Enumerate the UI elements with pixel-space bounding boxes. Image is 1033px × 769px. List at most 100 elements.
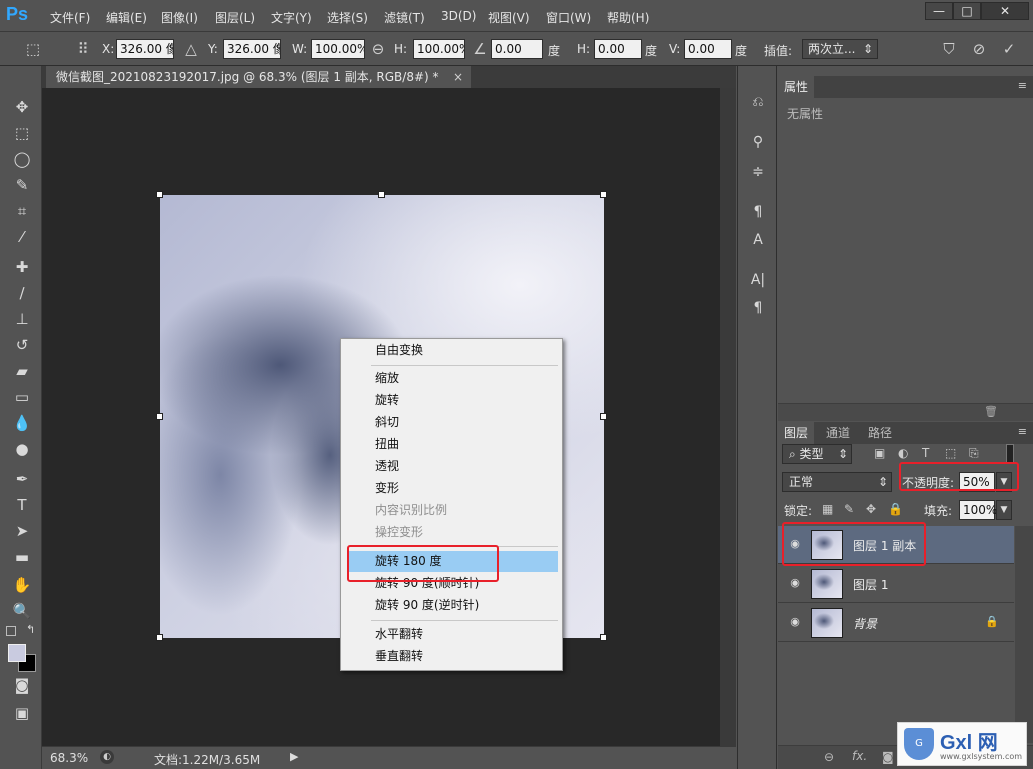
filter-type-icon[interactable]: T <box>922 446 929 460</box>
panel-menu-icon[interactable]: ≡ <box>1018 79 1027 92</box>
tab-paths[interactable]: 路径 <box>862 422 898 444</box>
transform-handle-top-left[interactable] <box>156 191 163 198</box>
menu-item-skew[interactable]: 斜切 <box>347 412 558 433</box>
hskew-input[interactable]: 0.00 <box>594 39 642 59</box>
transform-handle-left[interactable] <box>156 413 163 420</box>
layer-row[interactable]: ◉ 图层 1 <box>778 565 1014 603</box>
marquee-tool-icon[interactable]: ⬚ <box>11 122 33 144</box>
lock-position-icon[interactable]: ✥ <box>866 502 876 516</box>
menu-item-free-transform[interactable]: 自由变换 <box>347 340 558 361</box>
tab-channels[interactable]: 通道 <box>820 422 856 444</box>
layers-menu-icon[interactable]: ≡ <box>1018 425 1027 438</box>
y-input[interactable]: 326.00 像素 <box>223 39 281 59</box>
status-info-icon[interactable]: ◐ <box>100 750 114 764</box>
canvas-vertical-scrollbar[interactable] <box>720 88 736 746</box>
adjustments-panel-icon[interactable]: ≑ <box>748 162 768 182</box>
healing-brush-tool-icon[interactable]: ✚ <box>11 256 33 278</box>
tab-properties[interactable]: 属性 <box>778 76 815 98</box>
transform-handle-right[interactable] <box>600 413 607 420</box>
menu-help[interactable]: 帮助(H) <box>607 9 649 26</box>
character-styles-icon[interactable]: A <box>748 230 768 250</box>
menu-item-scale[interactable]: 缩放 <box>347 368 558 389</box>
blur-tool-icon[interactable]: 💧 <box>11 412 33 434</box>
paragraph-panel-icon[interactable]: ¶ <box>748 298 768 318</box>
relative-position-icon[interactable]: △ <box>182 40 200 58</box>
trash-icon[interactable]: 🗑 <box>984 405 998 418</box>
link-icon[interactable]: ⊖ <box>369 40 387 58</box>
layer-mask-icon[interactable]: ◙ <box>882 750 894 764</box>
default-colors-icon[interactable] <box>6 626 16 636</box>
menu-image[interactable]: 图像(I) <box>161 9 198 26</box>
menu-item-perspective[interactable]: 透视 <box>347 456 558 477</box>
menu-file[interactable]: 文件(F) <box>50 9 90 26</box>
pen-tool-icon[interactable]: ✒ <box>11 468 33 490</box>
transform-handle-top[interactable] <box>378 191 385 198</box>
menu-edit[interactable]: 编辑(E) <box>106 9 147 26</box>
brush-tool-icon[interactable]: ∕ <box>11 282 33 304</box>
tab-close-icon[interactable]: × <box>453 66 463 88</box>
tab-layers[interactable]: 图层 <box>778 422 815 444</box>
reference-point-icon[interactable]: ⠿ <box>74 40 92 58</box>
warp-mode-icon[interactable]: ⛉ <box>940 40 958 58</box>
path-selection-tool-icon[interactable]: ➤ <box>11 520 33 542</box>
menu-layer[interactable]: 图层(L) <box>215 9 255 26</box>
layer-filter-select[interactable]: ⌕ 类型 ⇕ <box>782 444 852 464</box>
menu-item-flip-horizontal[interactable]: 水平翻转 <box>347 624 558 645</box>
layers-scrollbar[interactable] <box>1015 526 1033 743</box>
fill-dropdown-icon[interactable]: ▼ <box>996 500 1012 520</box>
lasso-tool-icon[interactable]: ◯ <box>11 148 33 170</box>
close-button[interactable]: ✕ <box>981 2 1029 20</box>
menu-item-warp[interactable]: 变形 <box>347 478 558 499</box>
menu-3d[interactable]: 3D(D) <box>441 9 476 23</box>
menu-view[interactable]: 视图(V) <box>488 9 530 26</box>
clone-stamp-tool-icon[interactable]: ⊥ <box>11 308 33 330</box>
eraser-tool-icon[interactable]: ▰ <box>11 360 33 382</box>
fill-input[interactable]: 100% <box>959 500 997 520</box>
interpolation-select[interactable]: 两次立... ⇕ <box>802 39 878 59</box>
menu-window[interactable]: 窗口(W) <box>546 9 591 26</box>
history-brush-tool-icon[interactable]: ↺ <box>11 334 33 356</box>
menu-item-rotate[interactable]: 旋转 <box>347 390 558 411</box>
menu-type[interactable]: 文字(Y) <box>271 9 312 26</box>
filter-pixel-icon[interactable]: ▣ <box>874 446 885 460</box>
vskew-input[interactable]: 0.00 <box>684 39 732 59</box>
filter-smart-object-icon[interactable]: ⎘ <box>969 446 979 461</box>
menu-select[interactable]: 选择(S) <box>327 9 368 26</box>
zoom-level[interactable]: 68.3% <box>50 751 88 765</box>
filter-shape-icon[interactable]: ⬚ <box>945 446 956 460</box>
document-tab[interactable]: 微信截图_20210823192017.jpg @ 68.3% (图层 1 副本… <box>46 66 471 88</box>
layer-style-icon[interactable]: fx. <box>852 749 867 763</box>
quick-selection-tool-icon[interactable]: ✎ <box>11 174 33 196</box>
transform-handle-top-right[interactable] <box>600 191 607 198</box>
paragraph-styles-icon[interactable]: ¶ <box>748 202 768 222</box>
history-panel-icon[interactable]: ⎌ <box>748 92 768 112</box>
dodge-tool-icon[interactable]: ● <box>11 438 33 460</box>
filter-adjustment-icon[interactable]: ◐ <box>898 446 908 460</box>
menu-filter[interactable]: 滤镜(T) <box>384 9 425 26</box>
visibility-eye-icon[interactable]: ◉ <box>788 576 802 590</box>
visibility-eye-icon[interactable]: ◉ <box>788 615 802 629</box>
menu-item-distort[interactable]: 扭曲 <box>347 434 558 455</box>
maximize-button[interactable]: □ <box>953 2 981 20</box>
hand-tool-icon[interactable]: ✋ <box>11 574 33 596</box>
transform-tool-icon[interactable]: ⬚ <box>24 40 42 58</box>
eyedropper-tool-icon[interactable]: ⁄ <box>11 226 33 248</box>
shape-tool-icon[interactable]: ▬ <box>11 546 33 568</box>
quick-mask-icon[interactable]: ◙ <box>11 674 33 696</box>
transform-handle-bottom-left[interactable] <box>156 634 163 641</box>
crop-tool-icon[interactable]: ⌗ <box>11 200 33 222</box>
status-menu-arrow-icon[interactable]: ▶ <box>290 750 298 763</box>
commit-transform-icon[interactable]: ✓ <box>1000 40 1018 58</box>
lock-pixels-icon[interactable]: ✎ <box>844 502 854 516</box>
lock-all-icon[interactable]: 🔒 <box>888 502 903 516</box>
h-input[interactable]: 100.00% <box>413 39 465 59</box>
layer-row[interactable]: ◉ 背景 🔒 <box>778 604 1014 642</box>
character-panel-icon[interactable]: A| <box>748 270 768 290</box>
move-tool-icon[interactable]: ✥ <box>11 96 33 118</box>
gradient-tool-icon[interactable]: ▭ <box>11 386 33 408</box>
angle-input[interactable]: 0.00 <box>491 39 543 59</box>
brush-panel-icon[interactable]: ⚲ <box>748 132 768 152</box>
layer-lock-icon[interactable]: 🔒 <box>985 615 999 628</box>
x-input[interactable]: 326.00 像素 <box>116 39 174 59</box>
lock-transparent-icon[interactable]: ▦ <box>822 502 833 516</box>
